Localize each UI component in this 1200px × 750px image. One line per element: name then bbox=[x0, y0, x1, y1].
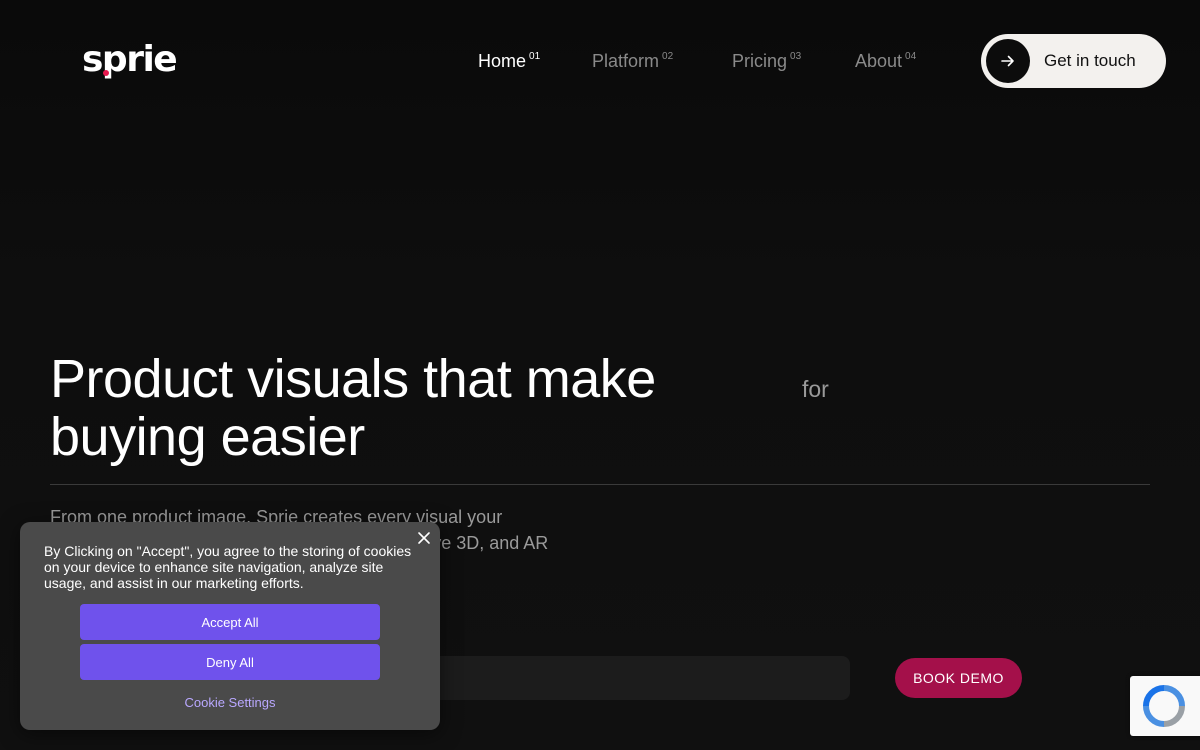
nav-item-about[interactable]: About 04 bbox=[855, 50, 916, 72]
cookie-consent-text: By Clicking on "Accept", you agree to th… bbox=[44, 543, 412, 591]
hero-divider bbox=[50, 484, 1150, 485]
book-demo-button[interactable]: BOOK DEMO bbox=[895, 658, 1022, 698]
cta-arrow-circle bbox=[986, 39, 1030, 83]
recaptcha-icon bbox=[1143, 685, 1185, 727]
hero-title: Product visuals that make buying easier bbox=[50, 350, 750, 466]
hero-title-line-1: Product visuals that make bbox=[50, 349, 656, 409]
logo-accent-dot bbox=[103, 70, 109, 76]
nav-item-pricing[interactable]: Pricing 03 bbox=[732, 50, 801, 72]
hero-rotating-for: for bbox=[802, 376, 829, 402]
nav-item-platform[interactable]: Platform 02 bbox=[592, 50, 673, 72]
sprie-logo[interactable]: sprie bbox=[82, 40, 178, 80]
nav-item-home[interactable]: Home 01 bbox=[478, 50, 540, 72]
nav-item-label: Pricing bbox=[732, 51, 788, 71]
nav-item-number: 04 bbox=[905, 51, 917, 62]
cta-label: Get in touch bbox=[1044, 51, 1136, 70]
deny-all-button[interactable]: Deny All bbox=[80, 644, 380, 680]
recaptcha-badge[interactable] bbox=[1130, 676, 1200, 736]
arrow-right-icon bbox=[1001, 55, 1014, 67]
get-in-touch-button[interactable]: Get in touch bbox=[981, 34, 1166, 88]
cookie-banner: By Clicking on "Accept", you agree to th… bbox=[20, 522, 440, 730]
nav-item-label: Platform bbox=[592, 51, 660, 71]
accept-all-button[interactable]: Accept All bbox=[80, 604, 380, 640]
nav-item-label: About bbox=[855, 51, 903, 71]
nav-item-number: 03 bbox=[790, 51, 802, 62]
cookie-settings-link[interactable]: Cookie Settings bbox=[20, 695, 440, 710]
nav-item-number: 01 bbox=[529, 51, 541, 62]
hero-title-line-2: buying easier bbox=[50, 407, 365, 467]
nav-item-number: 02 bbox=[662, 51, 674, 62]
nav-item-label: Home bbox=[478, 51, 527, 71]
